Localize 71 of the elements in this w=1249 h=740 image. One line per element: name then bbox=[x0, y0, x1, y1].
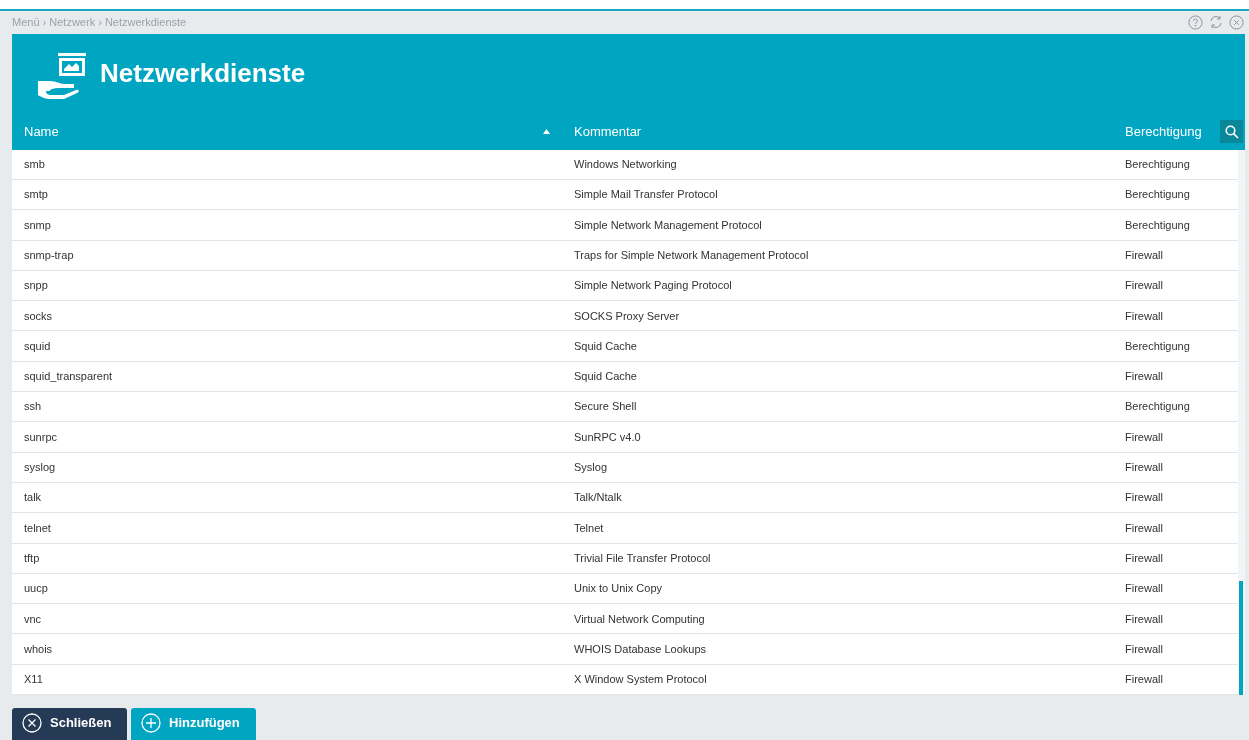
table-cell-text: ssh bbox=[23, 399, 43, 415]
add-icon bbox=[141, 712, 161, 733]
table-cell-text: Secure Shell bbox=[573, 399, 638, 415]
table-cell-text: Virtual Network Computing bbox=[573, 611, 706, 627]
table-cell-text: Squid Cache bbox=[573, 369, 638, 385]
table-cell-text: X Window System Protocol bbox=[573, 672, 708, 688]
table-cell-text: Berechtigung bbox=[1124, 187, 1191, 203]
table-cell-text: SOCKS Proxy Server bbox=[573, 308, 681, 324]
table-cell-text: Syslog bbox=[573, 460, 609, 475]
table-cell-text: tftp bbox=[23, 550, 41, 566]
table-cell-text: snmp-trap bbox=[23, 247, 75, 263]
table-cell-text: Berechtigung bbox=[1124, 399, 1191, 415]
column-header[interactable]: Name bbox=[24, 121, 59, 142]
close-icon[interactable] bbox=[1229, 14, 1244, 30]
table-cell-text: WHOIS Database Lookups bbox=[573, 641, 708, 657]
add-button[interactable]: Hinzufügen bbox=[131, 708, 256, 740]
table-cell-text: syslog bbox=[23, 460, 57, 475]
column-header[interactable]: Berechtigung bbox=[1125, 121, 1202, 142]
table-cell-text: Firewall bbox=[1124, 581, 1164, 597]
table-cell-text: Firewall bbox=[1124, 308, 1164, 324]
table-cell-text: Simple Network Paging Protocol bbox=[573, 278, 733, 294]
column-header[interactable]: Kommentar bbox=[574, 121, 642, 142]
table-cell-text: whois bbox=[23, 641, 54, 657]
table-cell-text: Simple Mail Transfer Protocol bbox=[573, 187, 719, 203]
table-cell-text: Unix to Unix Copy bbox=[573, 581, 664, 597]
close-icon bbox=[22, 712, 42, 733]
search-button[interactable] bbox=[1220, 120, 1243, 144]
table-cell-text: Simple Network Management Protocol bbox=[573, 217, 763, 233]
breadcrumb: Menü › Netzwerk › Netzwerkdienste bbox=[12, 15, 187, 31]
table-cell-text: Berechtigung bbox=[1124, 157, 1191, 173]
table-cell-text: telnet bbox=[23, 520, 52, 536]
scrollbar-track[interactable] bbox=[1238, 149, 1245, 695]
table-cell-text: Firewall bbox=[1124, 641, 1164, 657]
table-cell-text: sunrpc bbox=[23, 429, 59, 445]
table-cell-text: talk bbox=[23, 490, 43, 506]
help-icon[interactable] bbox=[1188, 14, 1203, 30]
table-cell-text: Firewall bbox=[1124, 550, 1164, 566]
refresh-icon[interactable] bbox=[1208, 14, 1224, 31]
table-cell-text: Firewall bbox=[1124, 490, 1164, 506]
table-cell-text: Traps for Simple Network Management Protocol bbox=[573, 247, 810, 263]
sort-up-icon[interactable] bbox=[543, 129, 550, 135]
table-cell-text: smtp bbox=[23, 187, 49, 203]
table-cell-text: Talk/Ntalk bbox=[573, 490, 623, 506]
table-cell-text: uucp bbox=[23, 581, 49, 597]
table-cell-text: Firewall bbox=[1124, 278, 1164, 294]
table-cell-text: Firewall bbox=[1124, 520, 1164, 536]
table-cell-text: Firewall bbox=[1124, 247, 1164, 263]
table-cell-text: Trivial File Transfer Protocol bbox=[573, 550, 712, 566]
table-cell-text: snmp bbox=[23, 217, 52, 233]
table-cell-text: X11 bbox=[23, 672, 44, 688]
table-cell-text: Firewall bbox=[1124, 369, 1164, 385]
table-cell-text: Windows Networking bbox=[573, 157, 678, 173]
page-title: Netzwerkdienste bbox=[100, 57, 306, 91]
table-cell-text: socks bbox=[23, 308, 54, 324]
table-cell-text: Squid Cache bbox=[573, 338, 638, 354]
close-button[interactable]: Schließen bbox=[12, 708, 127, 740]
table-cell-text: Firewall bbox=[1124, 611, 1164, 627]
table-cell-text: smb bbox=[23, 157, 46, 173]
table-cell-text: Berechtigung bbox=[1124, 217, 1191, 233]
table-cell-text: squid bbox=[23, 338, 52, 354]
table-cell-text: Telnet bbox=[573, 520, 605, 536]
table-cell-text: SunRPC v4.0 bbox=[573, 429, 642, 445]
table-cell-text: Firewall bbox=[1124, 672, 1164, 688]
scrollbar-thumb[interactable] bbox=[1239, 581, 1243, 695]
table-cell-text: squid_transparent bbox=[23, 369, 114, 385]
table-cell-text: vnc bbox=[23, 611, 43, 627]
table-cell-text: snpp bbox=[23, 278, 49, 294]
table-cell-text: Firewall bbox=[1124, 460, 1164, 475]
table-cell-text: Firewall bbox=[1124, 429, 1164, 445]
table-cell-text: Berechtigung bbox=[1124, 338, 1191, 354]
search-icon bbox=[1224, 124, 1239, 139]
